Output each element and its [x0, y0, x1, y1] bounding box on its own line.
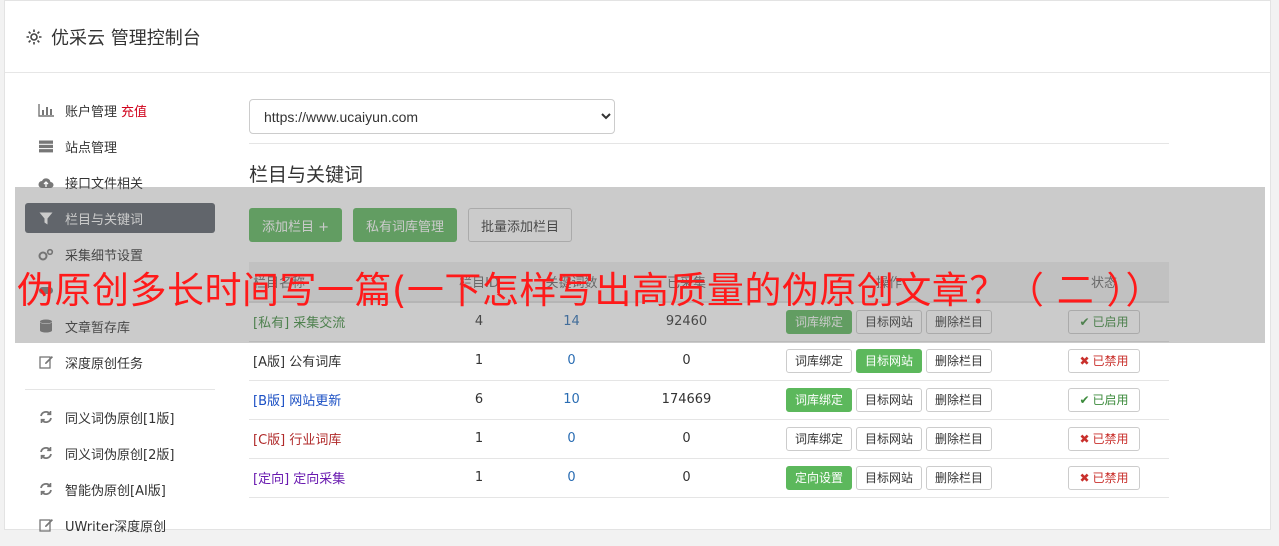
column-name-cell: [C版] 行业词库	[249, 419, 449, 458]
column-name-cell: [B版] 网站更新	[249, 380, 449, 419]
status-toggle-button[interactable]: ✖ 已禁用	[1068, 348, 1140, 373]
column-tag: [C版]	[253, 433, 286, 448]
status-toggle-button[interactable]: ✖ 已禁用	[1068, 426, 1140, 451]
keyword-count-link[interactable]: 0	[509, 341, 634, 380]
ops-cell: 词库绑定 目标网站 删除栏目	[739, 419, 1039, 458]
sidebar-tool-ai[interactable]: 智能伪原创[AI版]	[25, 474, 215, 504]
sidebar-tool-synonym-v2[interactable]: 同义词伪原创[2版]	[25, 438, 215, 468]
console-header: 优采云 管理控制台	[5, 1, 1270, 73]
ops-cell: 定向设置 目标网站 删除栏目	[739, 458, 1039, 497]
sidebar-item-label: 同义词伪原创[2版]	[65, 447, 175, 463]
table-row: [B版] 网站更新 6 10 174669 词库绑定 目标网站 删除栏目 ✔ 已启用	[249, 380, 1169, 419]
sidebar-tool-uwriter[interactable]: UWriter深度原创	[25, 510, 215, 540]
status-cell: ✔ 已启用	[1039, 380, 1169, 419]
column-name-link[interactable]: 网站更新	[289, 394, 341, 409]
table-row: [C版] 行业词库 1 0 0 词库绑定 目标网站 删除栏目 ✖ 已禁用	[249, 419, 1169, 458]
column-tag: [B版]	[253, 394, 286, 409]
status-label: 已禁用	[1092, 354, 1129, 368]
target-site-button[interactable]: 目标网站	[855, 387, 922, 412]
status-label: 已启用	[1092, 393, 1129, 407]
delete-column-button[interactable]: 删除栏目	[926, 348, 993, 373]
site-select[interactable]: https://www.ucaiyun.com	[249, 99, 615, 134]
table-row: [A版] 公有词库 1 0 0 词库绑定 目标网站 删除栏目 ✖ 已禁用	[249, 341, 1169, 380]
status-toggle-button[interactable]: ✖ 已禁用	[1068, 465, 1140, 490]
refresh-icon	[37, 446, 55, 460]
column-id: 1	[474, 431, 484, 446]
target-site-button[interactable]: 目标网站	[855, 465, 922, 490]
sidebar-item-label: 智能伪原创[AI版]	[65, 483, 166, 499]
target-site-button[interactable]: 目标网站	[855, 426, 922, 451]
ops-cell: 词库绑定 目标网站 删除栏目	[739, 341, 1039, 380]
cross-icon: ✖	[1079, 353, 1090, 368]
status-cell: ✖ 已禁用	[1039, 419, 1169, 458]
delete-column-button[interactable]: 删除栏目	[926, 387, 993, 412]
keyword-count-link[interactable]: 0	[509, 458, 634, 497]
lexicon-bind-button[interactable]: 词库绑定	[785, 387, 852, 412]
edit-icon	[37, 355, 55, 369]
keyword-count-link[interactable]: 0	[509, 419, 634, 458]
status-label: 已禁用	[1092, 471, 1129, 485]
column-name-cell: [定向] 定向采集	[249, 458, 449, 497]
delete-column-button[interactable]: 删除栏目	[926, 426, 993, 451]
lexicon-bind-button[interactable]: 定向设置	[785, 465, 852, 490]
collected-count: 174669	[661, 392, 712, 407]
gear-icon	[26, 29, 42, 44]
sidebar-item-sites[interactable]: 站点管理	[25, 131, 215, 161]
keyword-count-link[interactable]: 10	[509, 380, 634, 419]
sidebar-item-account[interactable]: 账户管理 充值	[25, 95, 215, 125]
sidebar-tool-synonym-v1[interactable]: 同义词伪原创[1版]	[25, 402, 215, 432]
status-toggle-button[interactable]: ✔ 已启用	[1068, 387, 1140, 412]
target-site-button[interactable]: 目标网站	[855, 348, 922, 373]
column-id: 1	[474, 353, 484, 368]
collected-count: 0	[682, 353, 691, 368]
console-title: 优采云 管理控制台	[51, 27, 201, 49]
sidebar-item-label: UWriter深度原创	[65, 519, 167, 535]
ops-cell: 词库绑定 目标网站 删除栏目	[739, 380, 1039, 419]
divider	[249, 143, 1169, 144]
status-label: 已禁用	[1092, 432, 1129, 446]
sidebar-item-deep-original[interactable]: 深度原创任务	[25, 347, 215, 377]
column-name-link[interactable]: 定向采集	[293, 472, 345, 487]
collected-count: 0	[682, 470, 691, 485]
column-tag: [定向]	[253, 472, 290, 487]
column-id: 6	[474, 392, 484, 407]
overlay-band	[15, 187, 1265, 343]
headline-overlay: 伪原创多长时间写一篇(一下怎样写出高质量的伪原创文章？（ 二 ））	[17, 269, 1163, 312]
sidebar-item-label: 账户管理	[65, 104, 118, 120]
cross-icon: ✖	[1079, 431, 1090, 446]
sidebar-divider	[25, 389, 215, 390]
bar-chart-icon	[37, 103, 55, 117]
refresh-icon	[37, 482, 55, 496]
column-tag: [A版]	[253, 355, 286, 370]
cross-icon: ✖	[1079, 470, 1090, 485]
table-row: [定向] 定向采集 1 0 0 定向设置 目标网站 删除栏目 ✖ 已禁用	[249, 458, 1169, 497]
check-icon: ✔	[1079, 392, 1090, 407]
sidebar-item-label: 站点管理	[65, 140, 118, 156]
status-cell: ✖ 已禁用	[1039, 458, 1169, 497]
collected-count: 0	[682, 431, 691, 446]
recharge-link[interactable]: 充值	[121, 101, 147, 120]
sidebar-item-label: 深度原创任务	[65, 356, 144, 372]
refresh-icon	[37, 410, 55, 424]
delete-column-button[interactable]: 删除栏目	[926, 465, 993, 490]
page-title: 栏目与关键词	[249, 164, 364, 186]
column-name-link[interactable]: 公有词库	[289, 355, 341, 370]
lexicon-bind-button[interactable]: 词库绑定	[785, 426, 852, 451]
sidebar-item-label: 同义词伪原创[1版]	[65, 411, 175, 427]
server-icon	[37, 139, 55, 153]
column-name-cell: [A版] 公有词库	[249, 341, 449, 380]
status-cell: ✖ 已禁用	[1039, 341, 1169, 380]
column-name-link[interactable]: 行业词库	[289, 433, 341, 448]
column-id: 1	[474, 470, 484, 485]
lexicon-bind-button[interactable]: 词库绑定	[785, 348, 852, 373]
